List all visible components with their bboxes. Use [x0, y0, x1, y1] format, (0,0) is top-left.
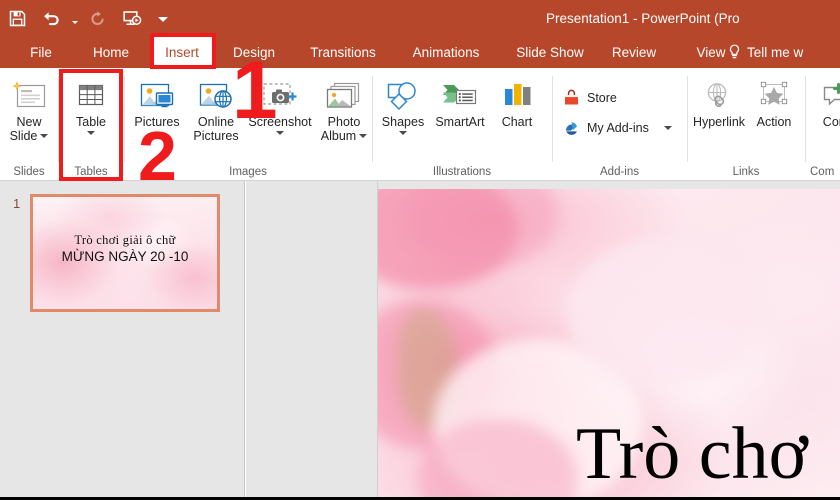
table-icon: [73, 72, 109, 112]
ribbon-tab-strip: File Home Insert Design Transitions Anim…: [0, 36, 840, 68]
slide-number-label: 1: [13, 196, 21, 211]
hyperlink-button[interactable]: Hyperlink: [690, 72, 748, 129]
thumbnail-text-line1: Trò chơi giải ô chữ: [74, 233, 176, 247]
tab-animations[interactable]: Animations: [402, 36, 490, 68]
store-label: Store: [587, 90, 617, 105]
ribbon-group-illustrations: Shapes SmartArt Chart Illustrations: [373, 68, 551, 181]
table-label: Table: [76, 115, 106, 129]
slide-editing-stage: Trò chơ: [246, 181, 840, 497]
new-comment-button[interactable]: Com: [808, 72, 840, 129]
annotation-number-1: 1: [232, 45, 278, 136]
ribbon-group-label-links: Links: [732, 166, 760, 178]
ribbon-group-label-tables: Tables: [74, 166, 108, 178]
photo-album-label-line2: Album: [320, 129, 357, 143]
ribbon-group-label-slides: Slides: [13, 166, 45, 178]
quick-access-toolbar: [0, 0, 177, 36]
tab-transitions[interactable]: Transitions: [298, 36, 388, 68]
ribbon-group-links: Hyperlink Action Links: [688, 68, 804, 181]
comment-icon: [818, 72, 840, 112]
ribbon-group-label-comments: Com: [810, 166, 835, 178]
undo-icon[interactable]: [34, 3, 68, 33]
title-bar: Presentation1 - PowerPoint (Pro: [0, 0, 840, 36]
shapes-label: Shapes: [381, 115, 425, 129]
thumbnail-text: Trò chơi giải ô chữ MỪNG NGÀY 20 -10: [33, 233, 217, 264]
ribbon-group-slides: New Slide Slides: [0, 68, 58, 181]
my-addins-button[interactable]: My Add-ins: [562, 118, 672, 137]
powerpoint-window: Presentation1 - PowerPoint (Pro File Hom…: [0, 0, 840, 500]
my-addins-dropdown-icon[interactable]: [663, 125, 672, 130]
photo-album-label-line1: Photo: [327, 115, 361, 129]
photo-album-icon: [324, 72, 364, 112]
tell-me-label: Tell me w: [747, 44, 804, 60]
annotation-number-2: 2: [138, 117, 177, 195]
thumbnail-text-line2: MỪNG NGÀY 20 -10: [61, 249, 189, 264]
smartart-icon: [439, 72, 481, 112]
store-icon: [565, 89, 578, 105]
ribbon-group-addins: Store My Add-ins Add-ins: [553, 68, 686, 181]
my-addins-icon: [566, 122, 577, 135]
store-button[interactable]: Store: [562, 88, 617, 107]
new-slide-label-line1: New: [16, 115, 42, 129]
lightbulb-icon: [729, 44, 740, 59]
chart-label: Chart: [501, 115, 533, 129]
new-comment-label: Com: [822, 115, 840, 129]
undo-dropdown-icon[interactable]: [68, 3, 81, 33]
photo-album-button[interactable]: Photo Album: [317, 72, 371, 143]
action-icon: [756, 72, 792, 112]
chart-icon: [498, 72, 536, 112]
customize-quick-access-icon[interactable]: [149, 3, 177, 33]
tab-home[interactable]: Home: [82, 36, 140, 68]
new-slide-dropdown-icon[interactable]: [40, 134, 49, 138]
my-addins-label: My Add-ins: [587, 120, 649, 135]
new-slide-button[interactable]: New Slide: [6, 72, 52, 143]
ribbon-group-label-illustrations: Illustrations: [432, 166, 492, 178]
chart-button[interactable]: Chart: [491, 72, 543, 129]
shapes-dropdown-icon[interactable]: [399, 131, 407, 135]
table-dropdown-icon[interactable]: [87, 131, 95, 135]
shapes-icon: [383, 72, 423, 112]
hyperlink-label: Hyperlink: [692, 115, 746, 129]
online-pictures-label-line1: Online: [197, 115, 235, 129]
petal-highlight: [568, 239, 758, 389]
slide-title-text[interactable]: Trò chơ: [576, 417, 808, 491]
tell-me-search[interactable]: Tell me w: [728, 36, 803, 68]
save-icon[interactable]: [0, 3, 34, 33]
ribbon-insert: New Slide Slides Table Tables Pictures O…: [0, 68, 840, 181]
start-slideshow-icon[interactable]: [115, 3, 149, 33]
smartart-label: SmartArt: [435, 115, 485, 129]
action-label: Action: [756, 115, 792, 129]
action-button[interactable]: Action: [748, 72, 800, 129]
online-pictures-icon: [196, 72, 236, 112]
new-slide-icon: [11, 72, 47, 112]
photo-album-dropdown-icon[interactable]: [359, 134, 368, 138]
tab-review[interactable]: Review: [604, 36, 664, 68]
shapes-button[interactable]: Shapes: [377, 72, 429, 135]
slide-thumbnail-1[interactable]: Trò chơi giải ô chữ MỪNG NGÀY 20 -10: [30, 194, 220, 312]
new-slide-label-line2: Slide: [9, 129, 38, 143]
pictures-icon: [137, 72, 177, 112]
ribbon-group-comments: Com Com: [806, 68, 840, 181]
tab-slide-show[interactable]: Slide Show: [508, 36, 592, 68]
current-slide[interactable]: Trò chơ: [378, 189, 840, 497]
hyperlink-icon: [700, 72, 738, 112]
redo-icon: [81, 3, 115, 33]
window-title: Presentation1 - PowerPoint (Pro: [546, 10, 740, 26]
ribbon-group-label-addins: Add-ins: [600, 166, 639, 178]
tab-insert[interactable]: Insert: [152, 36, 212, 68]
table-button[interactable]: Table: [67, 72, 115, 135]
ribbon-group-tables: Table Tables: [59, 68, 123, 181]
tab-file[interactable]: File: [18, 36, 64, 68]
smartart-button[interactable]: SmartArt: [429, 72, 491, 129]
